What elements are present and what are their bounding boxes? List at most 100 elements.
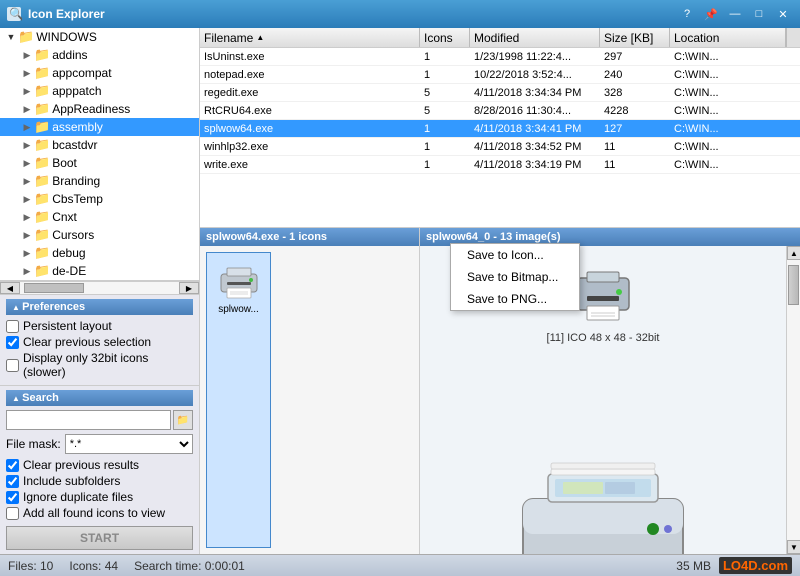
- tree-item-debug[interactable]: ▶ 📁 debug: [0, 244, 199, 262]
- expand-icon[interactable]: ▶: [20, 84, 34, 98]
- preferences-header[interactable]: Preferences: [6, 299, 193, 315]
- tree-item-bcastdvr[interactable]: ▶ 📁 bcastdvr: [0, 136, 199, 154]
- expand-icon[interactable]: ▶: [20, 246, 34, 260]
- clear-selection-checkbox[interactable]: [6, 336, 19, 349]
- table-row[interactable]: IsUninst.exe 1 1/23/1998 11:22:4... 297 …: [200, 48, 800, 66]
- 32bit-icons-checkbox[interactable]: [6, 359, 19, 372]
- table-row[interactable]: write.exe 1 4/11/2018 3:34:19 PM 11 C:\W…: [200, 156, 800, 174]
- col-header-modified[interactable]: Modified: [470, 28, 600, 47]
- tree-item-dede[interactable]: ▶ 📁 de-DE: [0, 262, 199, 280]
- scroll-track[interactable]: [787, 260, 800, 540]
- search-option-subfolders[interactable]: Include subfolders: [6, 474, 193, 488]
- expand-icon[interactable]: ▶: [20, 48, 34, 62]
- pin-button[interactable]: 📌: [700, 4, 722, 24]
- col-header-location[interactable]: Location: [670, 28, 786, 47]
- scroll-down-button[interactable]: ▼: [787, 540, 800, 554]
- expand-icon[interactable]: ▶: [20, 174, 34, 188]
- table-row[interactable]: notepad.exe 1 10/22/2018 3:52:4... 240 C…: [200, 66, 800, 84]
- preference-clear-selection[interactable]: Clear previous selection: [6, 335, 193, 349]
- expand-icon[interactable]: ▶: [20, 192, 34, 206]
- status-bar: Files: 10 Icons: 44 Search time: 0:00:01…: [0, 554, 800, 576]
- expand-icon[interactable]: ▶: [20, 138, 34, 152]
- close-button[interactable]: ✕: [772, 4, 794, 24]
- cell-filename: regedit.exe: [200, 87, 420, 99]
- tree-item-appreadiness[interactable]: ▶ 📁 AppReadiness: [0, 100, 199, 118]
- tree-item-cbstemp[interactable]: ▶ 📁 CbsTemp: [0, 190, 199, 208]
- maximize-button[interactable]: □: [748, 4, 770, 24]
- status-files: Files: 10: [8, 559, 53, 573]
- cell-modified: 1/23/1998 11:22:4...: [470, 51, 600, 63]
- cell-filename: winhlp32.exe: [200, 141, 420, 153]
- clear-results-checkbox[interactable]: [6, 459, 19, 472]
- h-scroll-thumb[interactable]: [24, 283, 84, 293]
- col-header-size[interactable]: Size [KB]: [600, 28, 670, 47]
- tree-item-addins[interactable]: ▶ 📁 addins: [0, 46, 199, 64]
- cell-icons: 1: [420, 123, 470, 135]
- start-button[interactable]: START: [6, 526, 193, 550]
- table-row[interactable]: winhlp32.exe 1 4/11/2018 3:34:52 PM 11 C…: [200, 138, 800, 156]
- include-subfolders-checkbox[interactable]: [6, 475, 19, 488]
- expand-icon[interactable]: ▶: [20, 228, 34, 242]
- tree-item-label: de-DE: [52, 264, 86, 278]
- search-option-add-all[interactable]: Add all found icons to view: [6, 506, 193, 520]
- persistent-layout-checkbox[interactable]: [6, 320, 19, 333]
- search-header[interactable]: Search: [6, 390, 193, 406]
- table-row[interactable]: splwow64.exe 1 4/11/2018 3:34:41 PM 127 …: [200, 120, 800, 138]
- preview-scrollbar[interactable]: ▲ ▼: [786, 246, 800, 554]
- expand-icon[interactable]: ▶: [20, 210, 34, 224]
- tree-item-label: Cnxt: [52, 210, 77, 224]
- search-option-clear[interactable]: Clear previous results: [6, 458, 193, 472]
- icon-grid[interactable]: splwow...: [200, 246, 419, 554]
- context-menu-item-save-png[interactable]: Save to PNG...: [451, 288, 579, 310]
- expand-icon[interactable]: ▼: [4, 30, 18, 44]
- expand-icon[interactable]: ▶: [20, 264, 34, 278]
- table-row[interactable]: regedit.exe 5 4/11/2018 3:34:34 PM 328 C…: [200, 84, 800, 102]
- status-icons: Icons: 44: [69, 559, 118, 573]
- help-button[interactable]: ?: [676, 4, 698, 24]
- tree-root[interactable]: ▼ 📁 WINDOWS: [0, 28, 199, 46]
- tree-view[interactable]: ▼ 📁 WINDOWS ▶ 📁 addins ▶ 📁 appcompat ▶: [0, 28, 199, 281]
- expand-icon[interactable]: ▶: [20, 120, 34, 134]
- scroll-up-button[interactable]: ▲: [787, 246, 800, 260]
- tree-item-cursors[interactable]: ▶ 📁 Cursors: [0, 226, 199, 244]
- file-list-body[interactable]: IsUninst.exe 1 1/23/1998 11:22:4... 297 …: [200, 48, 800, 227]
- list-item[interactable]: splwow...: [206, 252, 271, 548]
- expand-icon[interactable]: ▶: [20, 156, 34, 170]
- tree-item-cnxt[interactable]: ▶ 📁 Cnxt: [0, 208, 199, 226]
- preference-persistent-layout[interactable]: Persistent layout: [6, 319, 193, 333]
- browse-button[interactable]: 📁: [173, 410, 193, 430]
- tree-item-boot[interactable]: ▶ 📁 Boot: [0, 154, 199, 172]
- search-panel: Search 📁 File mask: *.* *.exe *.dll *.ic…: [0, 386, 199, 554]
- tree-item-apppatch[interactable]: ▶ 📁 apppatch: [0, 82, 199, 100]
- window-controls: ? 📌 — □ ✕: [676, 4, 794, 24]
- context-menu-item-save-bitmap[interactable]: Save to Bitmap...: [451, 266, 579, 288]
- large-preview-content[interactable]: [11] ICO 48 x 48 - 32bit Save to Icon...…: [420, 246, 786, 554]
- col-header-icons[interactable]: Icons: [420, 28, 470, 47]
- h-scrollbar[interactable]: ◀ ▶: [0, 281, 199, 295]
- tree-item-assembly[interactable]: ▶ 📁 assembly: [0, 118, 199, 136]
- expand-icon[interactable]: ▶: [20, 66, 34, 80]
- app-body: ▼ 📁 WINDOWS ▶ 📁 addins ▶ 📁 appcompat ▶: [0, 28, 800, 576]
- table-row[interactable]: RtCRU64.exe 5 8/28/2016 11:30:4... 4228 …: [200, 102, 800, 120]
- search-input[interactable]: [6, 410, 171, 430]
- add-all-checkbox[interactable]: [6, 507, 19, 520]
- col-header-filename[interactable]: Filename ▲: [200, 28, 420, 47]
- context-menu-item-save-icon[interactable]: Save to Icon...: [451, 246, 579, 266]
- ignore-duplicates-checkbox[interactable]: [6, 491, 19, 504]
- scroll-right-btn[interactable]: ▶: [179, 282, 199, 294]
- tree-item-branding[interactable]: ▶ 📁 Branding: [0, 172, 199, 190]
- scroll-thumb[interactable]: [788, 265, 799, 305]
- cell-icons: 5: [420, 87, 470, 99]
- search-option-duplicates[interactable]: Ignore duplicate files: [6, 490, 193, 504]
- folder-icon: 📁: [34, 209, 50, 225]
- expand-icon[interactable]: ▶: [20, 102, 34, 116]
- app-title: Icon Explorer: [28, 7, 676, 21]
- minimize-button[interactable]: —: [724, 4, 746, 24]
- scroll-left-btn[interactable]: ◀: [0, 282, 20, 294]
- preference-32bit-icons[interactable]: Display only 32bit icons (slower): [6, 351, 193, 379]
- cell-size: 11: [600, 141, 670, 153]
- file-mask-select[interactable]: *.* *.exe *.dll *.ico: [65, 434, 193, 454]
- cell-icons: 1: [420, 159, 470, 171]
- cell-icons: 1: [420, 141, 470, 153]
- tree-item-appcompat[interactable]: ▶ 📁 appcompat: [0, 64, 199, 82]
